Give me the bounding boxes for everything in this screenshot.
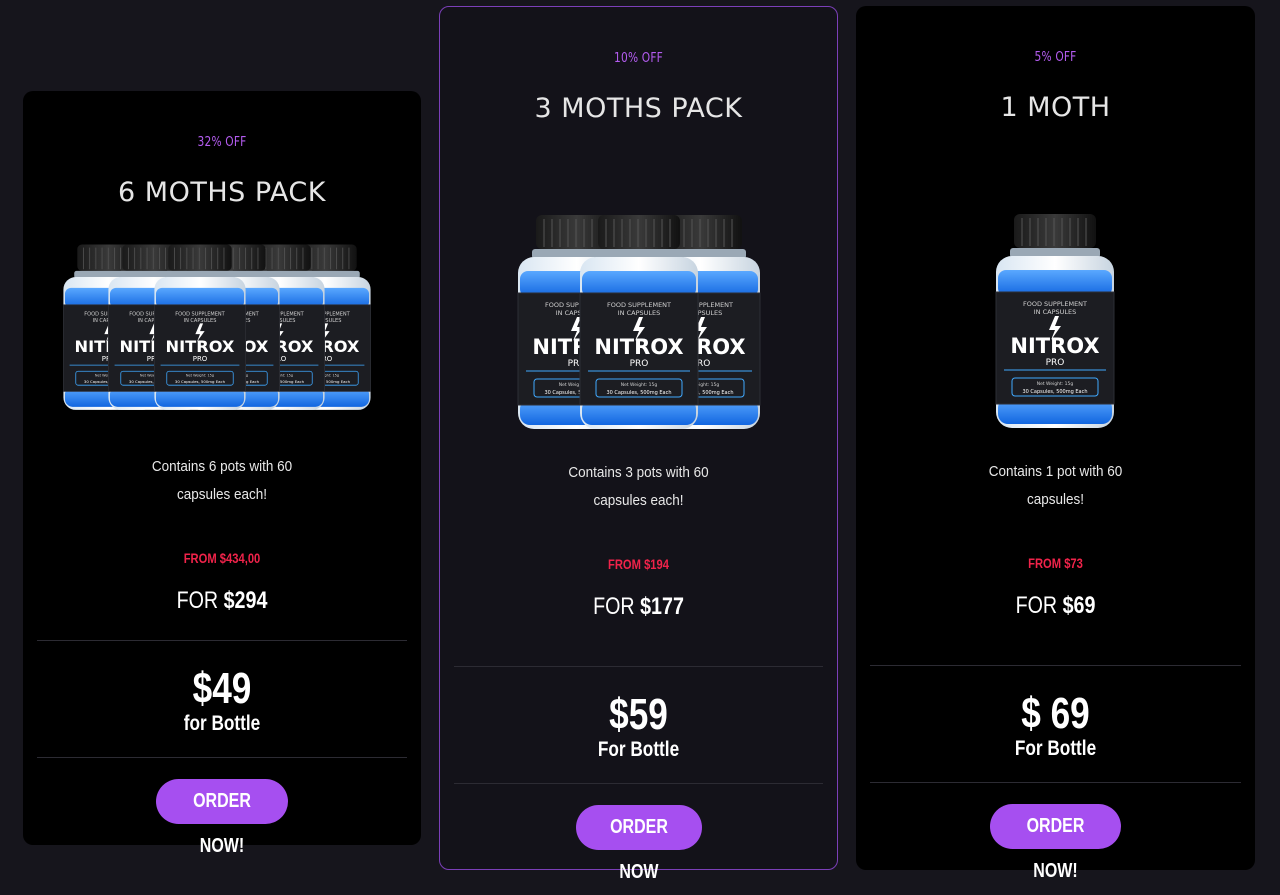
product-image-1-bottle: FOOD SUPPLEMENT IN CAPSULES NITROX PRO N… bbox=[856, 206, 1255, 428]
svg-text:FOOD SUPPLEMENT: FOOD SUPPLEMENT bbox=[1023, 300, 1087, 308]
svg-text:PRO: PRO bbox=[1046, 358, 1065, 368]
unit-price: $49 bbox=[192, 664, 252, 713]
svg-text:IN CAPSULES: IN CAPSULES bbox=[184, 318, 217, 324]
discount-badge: 5% OFF bbox=[1034, 50, 1077, 65]
bottle-icon: FOOD SUPPLEMENT IN CAPSULES NITROX PRO N… bbox=[579, 215, 699, 429]
svg-text:FOOD SUPPLEMENT: FOOD SUPPLEMENT bbox=[175, 312, 225, 318]
order-now-button[interactable]: ORDER NOW! bbox=[156, 779, 288, 857]
product-image-3-bottles: FOOD SUPPLEMENT IN CAPSULES NITROX PRO N… bbox=[440, 207, 837, 429]
svg-text:NITROX: NITROX bbox=[1010, 334, 1099, 358]
unit-price: $59 bbox=[609, 690, 668, 739]
plan-card-1-month: 5% OFF 1 MOTH FOOD SUPPLEMENT IN CAPSULE… bbox=[856, 6, 1255, 882]
divider bbox=[454, 666, 823, 667]
product-image-6-bottles: FOOD SUPPLEMENT IN CAPSULES NITROX PRO N… bbox=[23, 241, 421, 421]
order-now-button[interactable]: ORDER NOW! bbox=[989, 804, 1121, 882]
plan-description: Contains 6 pots with 60 capsules each! bbox=[151, 458, 293, 503]
new-price: FOR $177 bbox=[593, 593, 684, 620]
plan-card-3-months: 10% OFF 3 MOTHS PACK FOOD SUPPLEMENT IN … bbox=[439, 6, 838, 883]
unit-label: for Bottle bbox=[183, 712, 261, 735]
plan-description: Contains 3 pots with 60 capsules each! bbox=[568, 464, 709, 509]
plan-card-6-months: 32% OFF 6 MOTHS PACK FOOD SUPPLEMENT IN … bbox=[23, 91, 421, 857]
divider bbox=[870, 782, 1241, 783]
bottle-icon: FOOD SUPPLEMENT IN CAPSULES NITROX PRO N… bbox=[154, 244, 246, 410]
svg-text:IN CAPSULES: IN CAPSULES bbox=[1034, 308, 1077, 316]
svg-text:Net Weight: 15g: Net Weight: 15g bbox=[621, 382, 658, 388]
svg-text:Net Weight: 15g: Net Weight: 15g bbox=[186, 374, 214, 378]
unit-label: For Bottle bbox=[597, 738, 680, 761]
bottle-icon: FOOD SUPPLEMENT IN CAPSULES NITROX PRO N… bbox=[995, 214, 1115, 428]
discount-badge: 10% OFF bbox=[614, 51, 663, 66]
old-price: FROM $194 bbox=[608, 556, 669, 572]
discount-badge: 32% OFF bbox=[197, 135, 247, 150]
svg-text:FOOD SUPPLEMENT: FOOD SUPPLEMENT bbox=[607, 301, 671, 309]
svg-text:PRO: PRO bbox=[193, 355, 208, 363]
divider bbox=[37, 757, 407, 758]
divider bbox=[870, 665, 1241, 666]
old-price: FROM $434,00 bbox=[183, 550, 261, 566]
plan-title: 1 MOTH bbox=[1000, 92, 1111, 123]
unit-label: For Bottle bbox=[1014, 737, 1097, 760]
order-now-button[interactable]: ORDER NOW bbox=[575, 805, 702, 883]
divider bbox=[454, 783, 823, 784]
svg-text:Net Weight: 15g: Net Weight: 15g bbox=[1037, 381, 1074, 387]
new-price: FOR $294 bbox=[176, 587, 268, 614]
plan-title: 3 MOTHS PACK bbox=[534, 93, 743, 124]
svg-text:30 Capsules, 500mg Each: 30 Capsules, 500mg Each bbox=[606, 390, 671, 396]
unit-price: $ 69 bbox=[1021, 689, 1090, 738]
plan-description: Contains 1 pot with 60 capsules! bbox=[988, 463, 1123, 508]
svg-text:30 Capsules, 500mg Each: 30 Capsules, 500mg Each bbox=[175, 379, 226, 384]
svg-text:NITROX: NITROX bbox=[166, 337, 235, 356]
svg-text:NITROX: NITROX bbox=[594, 335, 683, 359]
plan-title: 6 MOTHS PACK bbox=[118, 177, 326, 208]
old-price: FROM $73 bbox=[1028, 555, 1083, 571]
svg-text:30 Capsules, 500mg Each: 30 Capsules, 500mg Each bbox=[1022, 389, 1087, 395]
svg-text:IN CAPSULES: IN CAPSULES bbox=[618, 309, 661, 317]
new-price: FOR $69 bbox=[1015, 592, 1096, 619]
divider bbox=[37, 640, 407, 641]
svg-text:PRO: PRO bbox=[630, 359, 649, 369]
